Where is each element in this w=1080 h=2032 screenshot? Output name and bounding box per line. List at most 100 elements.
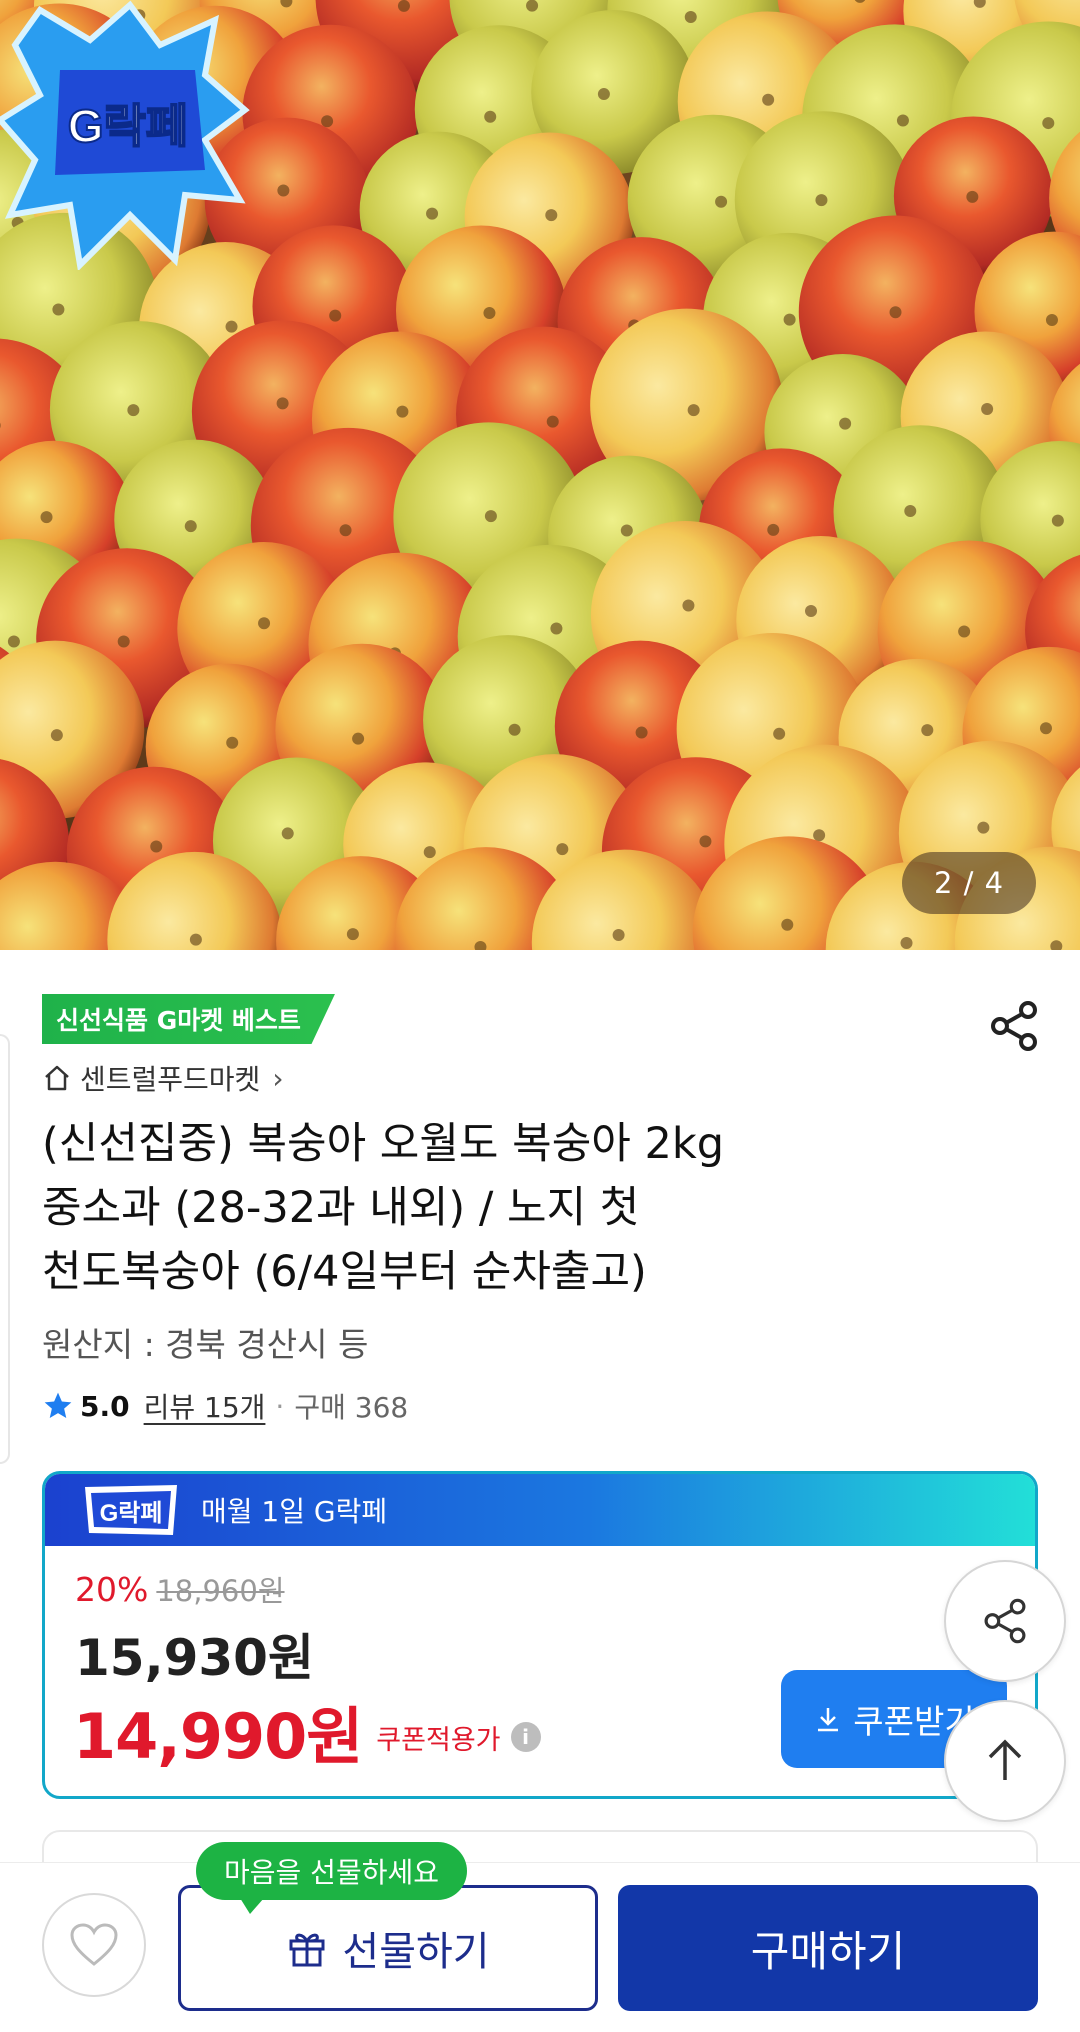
peach-stem	[1039, 722, 1052, 735]
peach-stem	[966, 190, 979, 203]
peach-stem	[258, 617, 271, 630]
peach-stem	[546, 415, 559, 428]
peach-stem	[189, 933, 202, 946]
peach-stem	[484, 510, 497, 523]
peach-stem	[1045, 313, 1058, 326]
peach-stem	[550, 622, 563, 635]
gift-button-label: 선물하기	[342, 1929, 490, 1975]
peach-stem	[117, 635, 130, 648]
share-icon	[984, 1598, 1026, 1644]
peach-stem	[40, 511, 53, 524]
peach-stem	[52, 303, 65, 316]
scroll-to-top-button[interactable]	[944, 1700, 1066, 1822]
floating-share-button[interactable]	[944, 1560, 1066, 1682]
peach-stem	[225, 320, 238, 333]
purchase-count: 구매 368	[294, 1391, 409, 1424]
best-badge: 신선식품 G마켓 베스트	[42, 994, 335, 1044]
peach-stem	[958, 625, 971, 638]
peach-stem	[612, 929, 625, 942]
peach-stem	[321, 115, 334, 128]
share-button[interactable]	[984, 996, 1044, 1056]
peach-stem	[715, 195, 728, 208]
promo-banner[interactable]: G락페 매월 1일 G락페	[45, 1474, 1035, 1546]
coupon-price-row: 14,990원 쿠폰적용가 i	[73, 1686, 541, 1776]
peach-stem	[339, 524, 352, 537]
peach-stem	[839, 417, 852, 430]
glak-festival-badge: G락페	[0, 0, 250, 270]
peach-stem	[545, 209, 558, 222]
peach-stem	[396, 405, 409, 418]
product-title-line: (신선집중) 복숭아 오월도 복숭아 2kg	[42, 1119, 725, 1169]
wishlist-button[interactable]	[42, 1893, 146, 1997]
peach-stem	[352, 732, 365, 745]
peach-stem	[597, 88, 610, 101]
peach-stem	[483, 306, 496, 319]
peach-stem	[276, 397, 289, 410]
peach-stem	[773, 727, 786, 740]
peach-stem	[620, 524, 633, 537]
rating-score: 5.0	[80, 1389, 130, 1423]
peach-stem	[813, 829, 826, 842]
peach-stem	[635, 726, 648, 739]
peach-stem	[7, 635, 20, 648]
peach-stem	[896, 114, 909, 127]
peach-stem	[921, 724, 934, 737]
coupon-price-label: 쿠폰적용가	[376, 1724, 501, 1756]
original-price: 18,960원	[156, 1574, 285, 1608]
peach-stem	[699, 835, 712, 848]
chevron-right-icon: ›	[272, 1061, 284, 1095]
peach-stem	[767, 523, 780, 536]
product-title-line: 중소과 (28-32과 내외) / 노지 첫	[42, 1183, 640, 1233]
separator-dot: ·	[275, 1389, 285, 1423]
heart-icon	[70, 1923, 118, 1966]
peach-stem	[900, 936, 913, 949]
peach-stem	[684, 11, 697, 24]
svg-text:G락페: G락페	[100, 1500, 163, 1527]
peach-stem	[762, 93, 775, 106]
coupon-price: 14,990원	[73, 1700, 363, 1773]
discount-row: 20% 18,960원	[75, 1568, 285, 1610]
peach-stem	[977, 821, 990, 834]
peach-stem	[687, 404, 700, 417]
peach-stem	[526, 0, 539, 12]
star-icon	[44, 1392, 72, 1418]
promo-text: 매월 1일 G락페	[201, 1495, 388, 1528]
peach-stem	[50, 729, 63, 742]
peach-stem	[1042, 117, 1055, 130]
seller-name: 센트럴푸드마켓	[80, 1063, 261, 1096]
side-panel-edge	[0, 1034, 10, 1464]
rating-row: 5.0 리뷰 15개 · 구매 368	[42, 1386, 408, 1426]
glak-logo-icon: G락페	[85, 1485, 177, 1535]
peach-stem	[981, 402, 994, 415]
peach-stem	[277, 184, 290, 197]
info-icon[interactable]: i	[510, 1722, 541, 1752]
peach-stem	[329, 309, 342, 322]
peach-stem	[1051, 514, 1064, 527]
review-link[interactable]: 리뷰 15개	[144, 1386, 266, 1426]
peach-stem	[805, 604, 818, 617]
peach-stem	[889, 306, 902, 319]
page-indicator: 2 / 4	[902, 852, 1036, 914]
product-title-line: 천도복숭아 (6/4일부터 순차출고)	[42, 1247, 647, 1297]
peach-stem	[150, 840, 163, 853]
peach-stem	[556, 843, 569, 856]
peach-stem	[184, 520, 197, 533]
origin-info: 원산지 : 경북 경산시 등	[42, 1325, 369, 1364]
bottom-action-bar: 선물하기 구매하기	[0, 1862, 1080, 2032]
peach-stem	[781, 918, 794, 931]
gift-icon	[289, 1933, 325, 1967]
seller-link[interactable]: 센트럴푸드마켓 ›	[42, 1058, 284, 1098]
peach-stem	[226, 736, 239, 749]
peach-stem	[484, 110, 497, 123]
gift-tooltip: 마음을 선물하세요	[196, 1842, 467, 1914]
sale-price: 15,930원	[75, 1629, 314, 1687]
price-card: G락페 매월 1일 G락페 20% 18,960원 15,930원 14,990…	[42, 1471, 1038, 1799]
peach-stem	[904, 505, 917, 518]
svg-text:G락페: G락페	[68, 100, 188, 152]
product-title: (신선집중) 복숭아 오월도 복숭아 2kg 중소과 (28-32과 내외) /…	[42, 1112, 1042, 1304]
buy-button[interactable]: 구매하기	[618, 1885, 1038, 2011]
product-image-carousel[interactable]: G락페 2 / 4	[0, 0, 1080, 950]
arrow-up-icon	[988, 1739, 1022, 1780]
peach-stem	[346, 928, 359, 941]
share-icon	[991, 1001, 1037, 1051]
